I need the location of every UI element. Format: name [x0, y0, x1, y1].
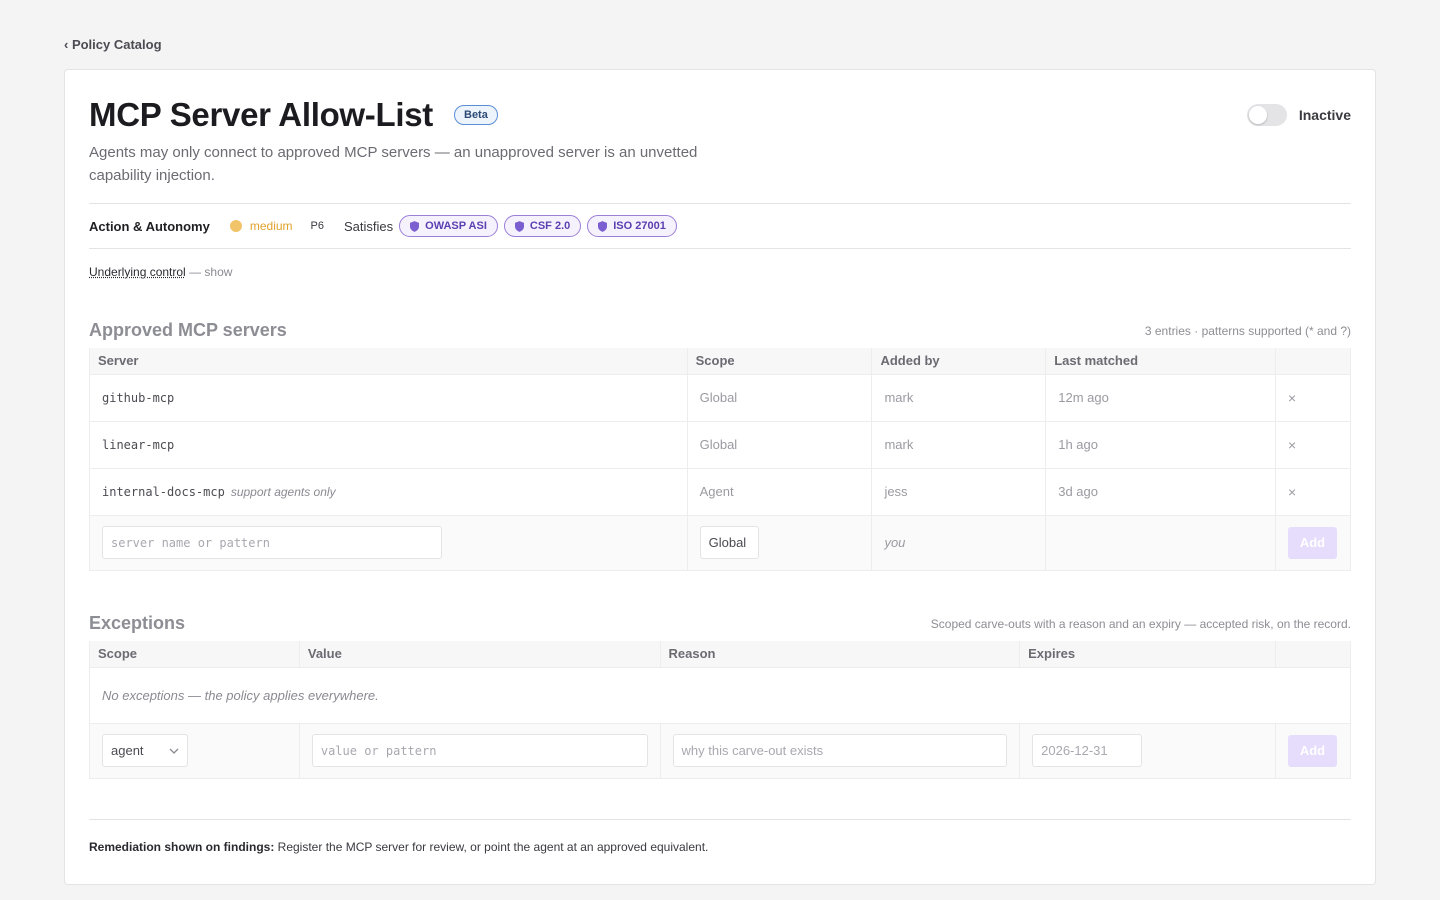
table-row: linear-mcp Global mark 1h ago × [89, 420, 1352, 468]
shield-icon [514, 220, 524, 232]
page-title: MCP Server Allow-List [89, 96, 433, 133]
exceptions-section-title: Exceptions [89, 613, 186, 633]
framework-chip-label: ISO 27001 [613, 220, 666, 232]
toggle-status-label: Inactive [1298, 107, 1351, 123]
column-header-expires: Expires [1019, 641, 1276, 667]
divider [89, 248, 1351, 249]
severity-label: medium [249, 219, 293, 233]
last-matched-cell: 1h ago [1045, 420, 1276, 468]
empty-state-row: No exceptions — the policy applies every… [89, 666, 1351, 723]
active-toggle-group: Inactive [1246, 104, 1351, 126]
remediation-text: Register the MCP server for review, or p… [277, 840, 709, 854]
scope-cell: Agent [687, 467, 873, 515]
scope-select[interactable]: Global [699, 526, 759, 559]
satisfies-label: Satisfies [344, 218, 394, 234]
framework-chip-iso[interactable]: ISO 27001 [587, 215, 677, 237]
divider [89, 203, 1351, 204]
empty-cell [1045, 514, 1276, 571]
added-by-you: you [884, 535, 906, 550]
remove-icon[interactable]: × [1288, 390, 1296, 406]
column-header-reason: Reason [660, 641, 1021, 667]
column-header-actions [1275, 348, 1352, 374]
shield-icon [410, 220, 420, 232]
exceptions-section-note: Scoped carve-outs with a reason and an e… [930, 617, 1351, 631]
divider [89, 819, 1351, 820]
framework-chip-owasp[interactable]: OWASP ASI [399, 215, 498, 237]
active-toggle[interactable] [1246, 104, 1287, 126]
underlying-control-link[interactable]: Underlying control [89, 265, 186, 279]
toggle-knob [1248, 106, 1267, 124]
underlying-control-row: Underlying control — show [89, 265, 232, 279]
added-by-cell: jess [871, 467, 1047, 515]
remediation-note: Remediation shown on findings: Register … [89, 840, 708, 854]
exception-scope-select[interactable]: agent [102, 734, 188, 767]
server-name-input[interactable]: server name or pattern [102, 526, 442, 559]
column-header-added-by: Added by [871, 348, 1047, 374]
added-by-cell: mark [871, 420, 1047, 468]
last-matched-cell: 3d ago [1045, 467, 1276, 515]
shield-icon [598, 220, 608, 232]
server-name: github-mcp [102, 391, 175, 405]
policy-card: MCP Server Allow-List Beta Inactive Agen… [64, 69, 1376, 885]
add-exception-button[interactable]: Add [1287, 734, 1337, 767]
underlying-control-toggle[interactable]: — show [189, 265, 232, 279]
remove-icon[interactable]: × [1288, 437, 1296, 453]
column-header-value: Value [299, 641, 661, 667]
scope-cell: Global [687, 420, 873, 468]
exception-reason-input[interactable]: why this carve-out exists [672, 734, 1008, 767]
exception-scope-value: agent [111, 743, 144, 758]
servers-section-note: 3 entries · patterns supported (* and ?) [1144, 324, 1351, 338]
severity-dot-icon [229, 220, 242, 232]
remove-icon[interactable]: × [1288, 484, 1296, 500]
policy-meta-row: Action & Autonomy medium P6 Satisfies OW… [89, 214, 677, 238]
table-header-row: Server Scope Added by Last matched [89, 348, 1352, 374]
add-server-button[interactable]: Add [1287, 526, 1337, 559]
exception-expires-input[interactable]: 2026-12-31 [1032, 734, 1143, 767]
column-header-last-matched: Last matched [1045, 348, 1276, 374]
policy-description: Agents may only connect to approved MCP … [89, 144, 698, 184]
beta-badge: Beta [454, 105, 498, 125]
framework-chip-label: CSF 2.0 [529, 220, 571, 232]
category-label: Action & Autonomy [89, 218, 210, 234]
table-header-row: Scope Value Reason Expires [89, 641, 1352, 667]
table-row: internal-docs-mcp support agents only Age… [89, 467, 1352, 515]
column-header-scope: Scope [89, 641, 300, 667]
server-name: linear-mcp [102, 438, 175, 452]
remediation-label: Remediation shown on findings: [89, 840, 275, 854]
table-row: github-mcp Global mark 12m ago × [89, 373, 1352, 421]
priority-label: P6 [310, 220, 324, 232]
scope-cell: Global [687, 373, 873, 421]
empty-state-text: No exceptions — the policy applies every… [89, 666, 1351, 723]
chevron-down-icon [169, 748, 179, 754]
framework-chip-label: OWASP ASI [425, 220, 487, 232]
column-header-server: Server [89, 348, 688, 374]
column-header-actions [1275, 641, 1352, 667]
server-note: support agents only [230, 485, 336, 499]
servers-table: Server Scope Added by Last matched githu… [89, 348, 1352, 571]
add-exception-row: agent value or pattern why this carve-ou… [89, 722, 1352, 779]
column-header-scope: Scope [687, 348, 873, 374]
framework-chip-csf[interactable]: CSF 2.0 [503, 215, 582, 237]
exceptions-table: Scope Value Reason Expires No exceptions… [89, 641, 1352, 779]
back-to-policy-catalog-link[interactable]: ‹ Policy Catalog [64, 37, 162, 52]
servers-section-title: Approved MCP servers [89, 320, 287, 340]
last-matched-cell: 12m ago [1045, 373, 1276, 421]
server-name: internal-docs-mcp [102, 485, 225, 499]
added-by-cell: mark [871, 373, 1047, 421]
exception-value-input[interactable]: value or pattern [311, 734, 648, 767]
add-server-row: server name or pattern Global you Add [89, 514, 1352, 571]
